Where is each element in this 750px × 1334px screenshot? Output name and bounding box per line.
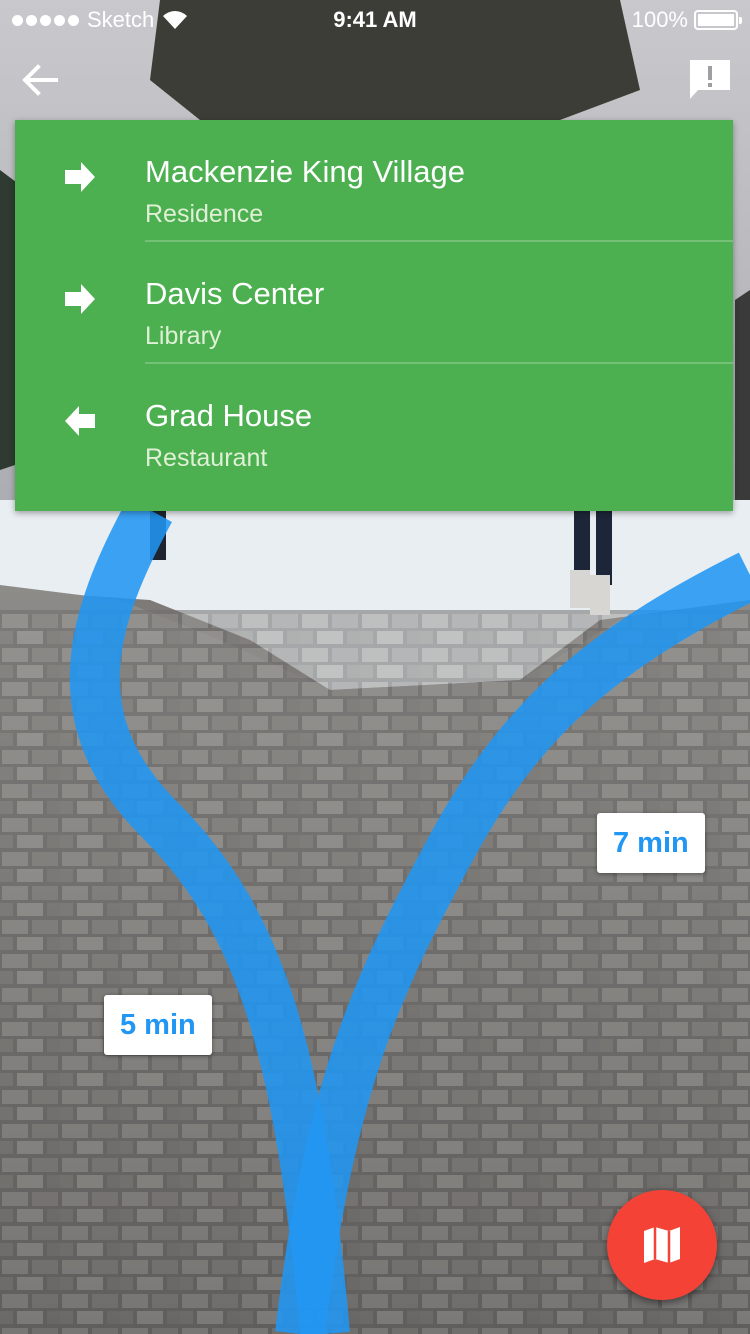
status-right: 100% [631,7,742,33]
destination-name: Grad House [145,398,313,433]
destination-item-mackenzie-king-village[interactable]: Mackenzie King Village Residence [15,120,733,242]
destinations-card: Mackenzie King Village Residence Davis C… [15,120,733,511]
destination-name: Mackenzie King Village [145,154,465,189]
destination-type: Restaurant [145,444,268,472]
destination-item-davis-center[interactable]: Davis Center Library [15,242,733,364]
destination-name: Davis Center [145,276,325,311]
arrow-left-icon [65,406,95,436]
arrow-right-icon [65,162,95,192]
status-bar: Sketch 9:41 AM 100% [0,0,750,40]
ar-navigation-screen: Sketch 9:41 AM 100% Mackenzie King Villa… [0,0,750,1334]
feedback-button[interactable] [688,58,732,102]
map-icon [644,1227,680,1263]
map-button[interactable] [607,1190,717,1300]
route-time-chip-7-min[interactable]: 7 min [597,813,705,873]
destination-type: Residence [145,200,264,228]
battery-icon [694,10,742,30]
feedback-icon [690,60,730,99]
battery-percentage: 100% [631,7,688,32]
back-button[interactable] [18,58,62,102]
arrow-back-icon [22,64,58,96]
route-time-chip-5-min[interactable]: 5 min [104,995,212,1055]
arrow-right-icon [65,284,95,314]
destination-type: Library [145,322,222,350]
destination-item-grad-house[interactable]: Grad House Restaurant [15,364,733,486]
